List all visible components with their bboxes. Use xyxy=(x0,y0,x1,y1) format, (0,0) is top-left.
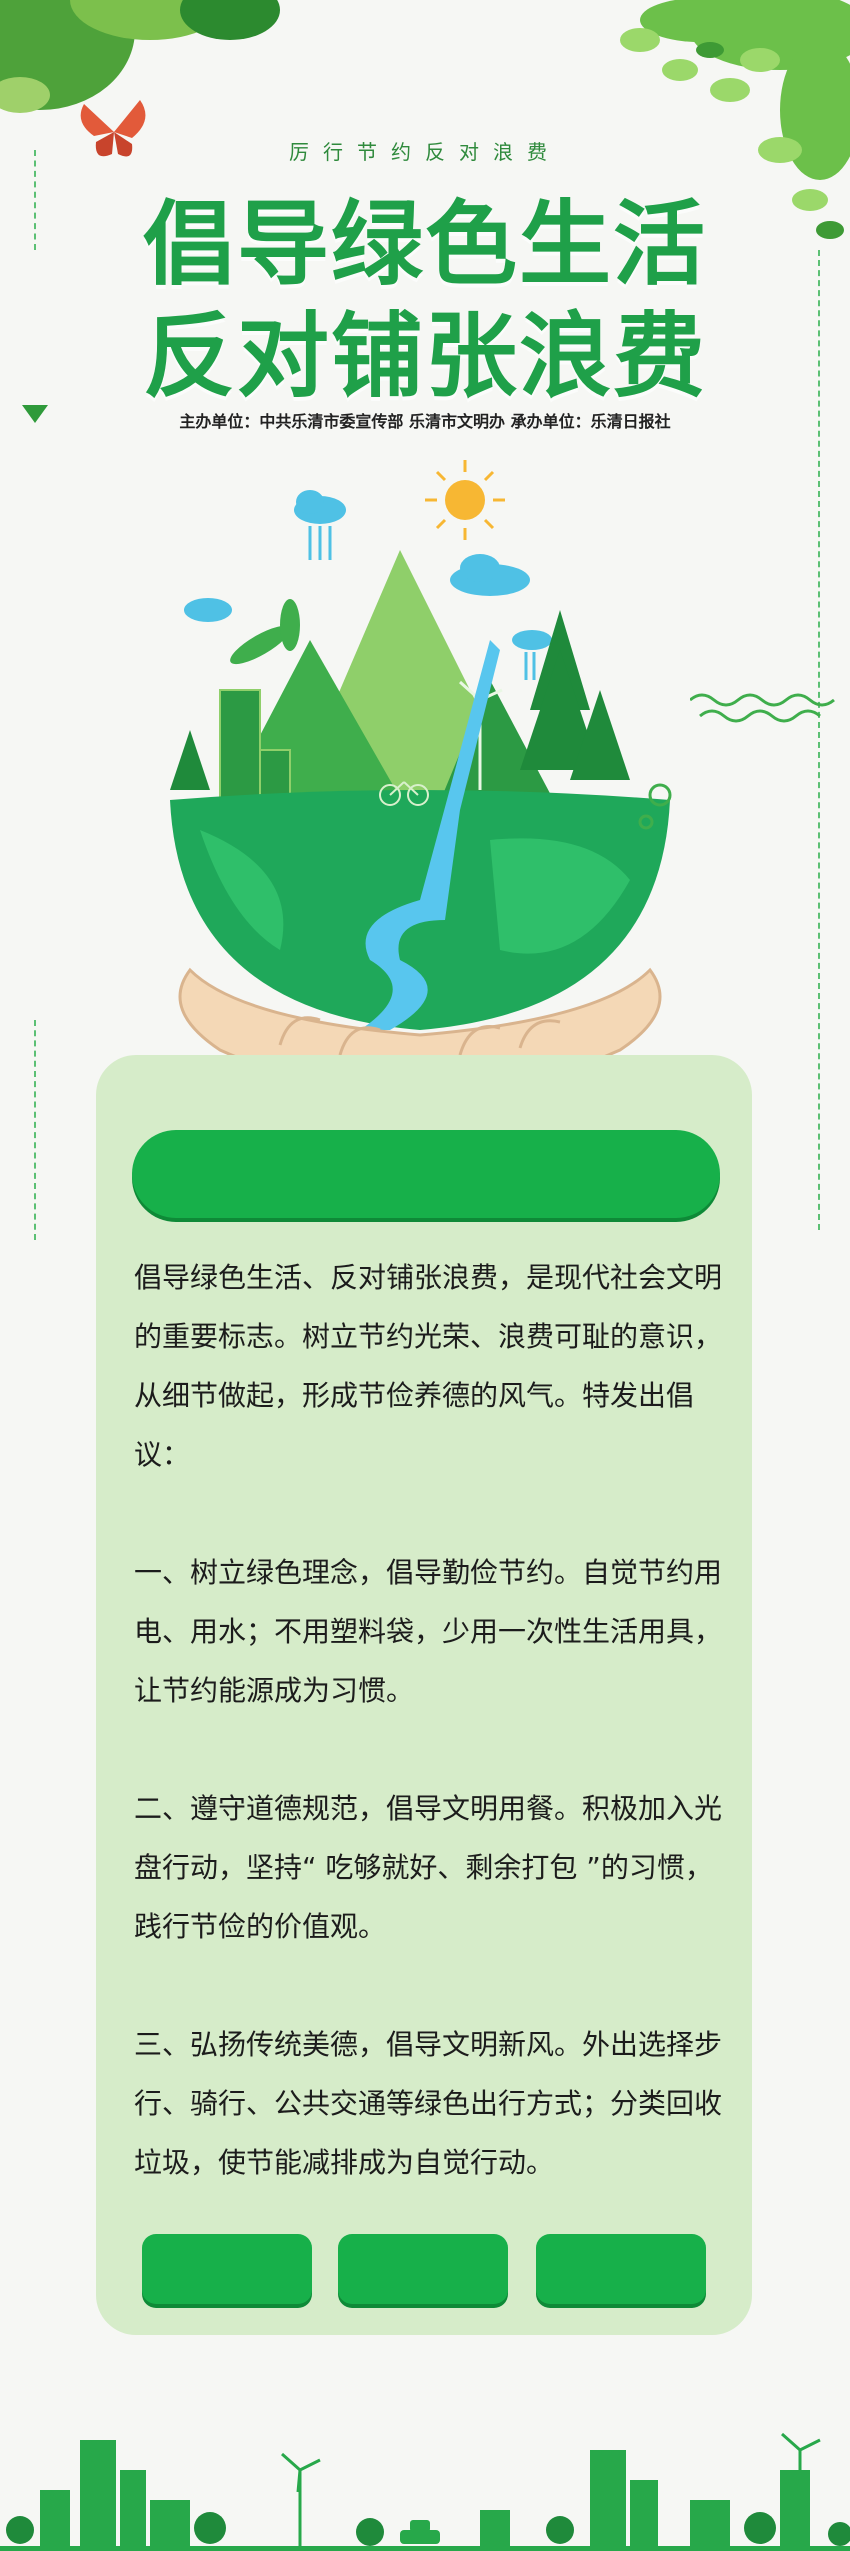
earth-hands-illustration xyxy=(170,460,672,1080)
item-three-paragraph: 三、弘扬传统美德，倡导文明新风。外出选择步行、骑行、公共交通等绿色出行方式；分类… xyxy=(134,2028,723,2179)
item-one-paragraph: 一、树立绿色理念，倡导勤俭节约。自觉节约用电、用水；不用塑料袋，少用一次性生活用… xyxy=(134,1556,723,1707)
wave-decoration xyxy=(690,693,835,723)
sponsors-line: 主办单位：中共乐清市委宣传部 乐清市文明办 承办单位：乐清日报社 xyxy=(179,412,671,431)
sun-icon xyxy=(425,460,505,540)
green-button-1[interactable] xyxy=(142,2234,312,2304)
title-line-2: 反对铺张浪费 xyxy=(142,303,707,410)
left-dashed-line-lower xyxy=(34,1020,36,1240)
green-button-2[interactable] xyxy=(338,2234,508,2304)
page-subtitle: 厉行节约反对浪费 xyxy=(289,140,561,164)
intro-paragraph: 倡导绿色生活、反对铺张浪费，是现代社会文明的重要标志。树立节约光荣、浪费可耻的意… xyxy=(134,1261,723,1471)
car-icon xyxy=(400,2520,440,2544)
proposal-text: 倡导绿色生活、反对铺张浪费，是现代社会文明的重要标志。树立节约光荣、浪费可耻的意… xyxy=(134,1248,724,2251)
green-button-3[interactable] xyxy=(536,2234,706,2304)
item-two-paragraph: 二、遵守道德规范，倡导文明用餐。积极加入光盘行动，坚持“ 吃够就好、剩余打包 ”… xyxy=(134,1792,723,1943)
city-skyline-decoration xyxy=(0,2432,850,2551)
card-header-bar xyxy=(132,1130,720,1218)
